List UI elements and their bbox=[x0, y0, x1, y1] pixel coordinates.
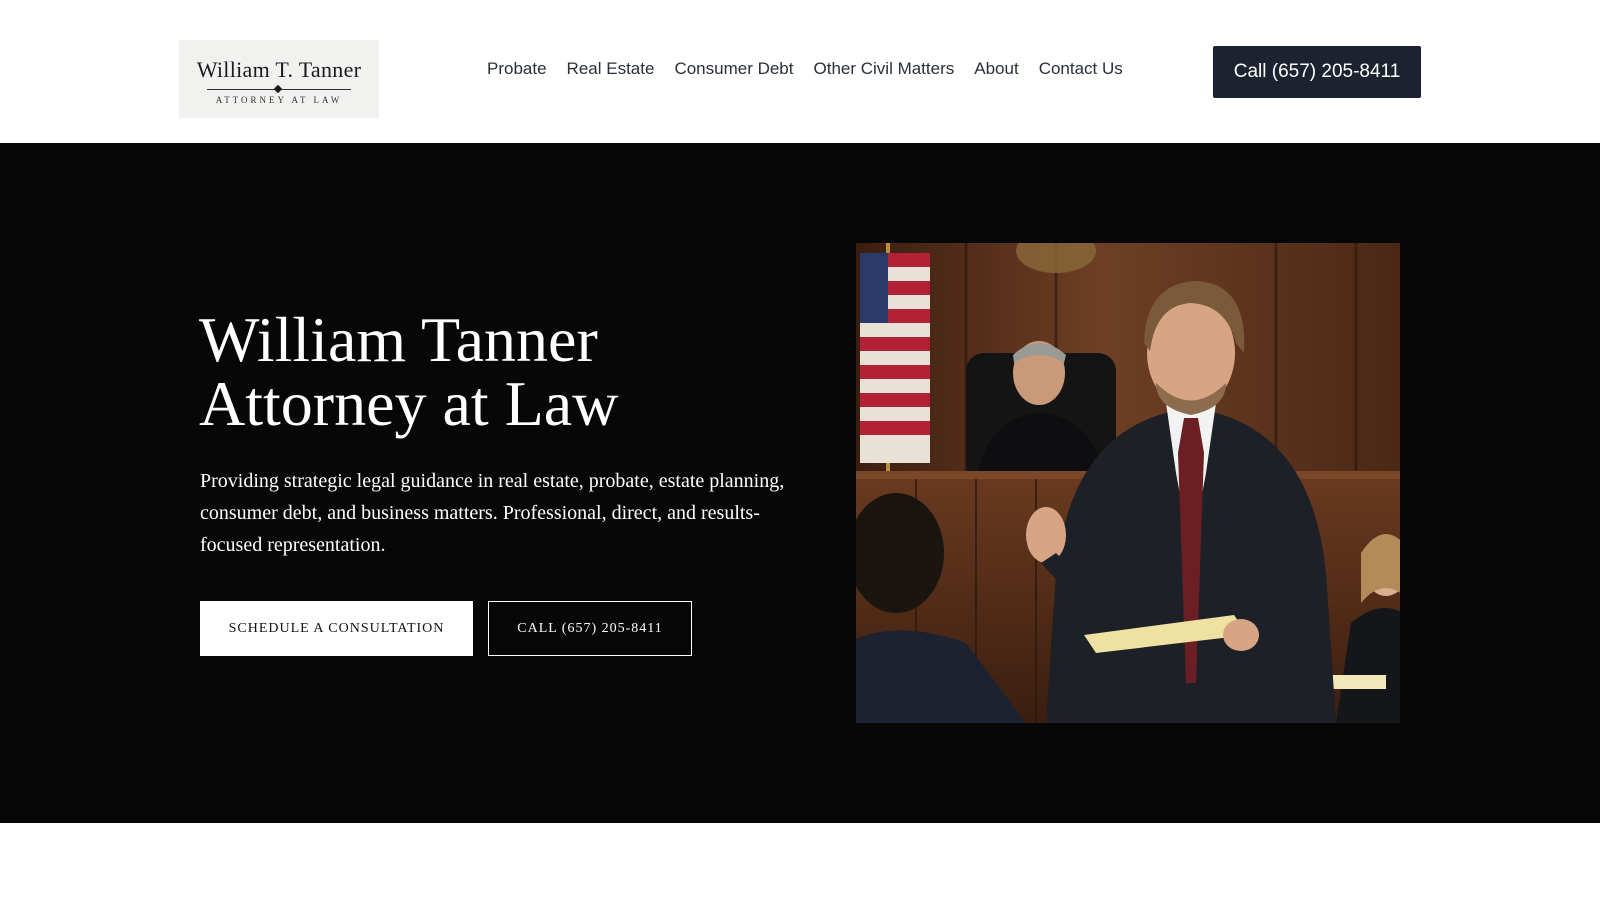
nav-item-about[interactable]: About bbox=[974, 59, 1018, 79]
nav-item-consumer-debt[interactable]: Consumer Debt bbox=[674, 59, 793, 79]
hero-title-line1: William Tanner bbox=[199, 304, 598, 375]
nav-item-probate[interactable]: Probate bbox=[487, 59, 547, 79]
courtroom-illustration bbox=[856, 243, 1400, 723]
logo-name: William T. Tanner bbox=[196, 57, 362, 82]
logo-subtitle: ATTORNEY AT LAW bbox=[215, 95, 343, 105]
hero-section: William Tanner Attorney at Law Providing… bbox=[0, 143, 1600, 823]
hero-title: William Tanner Attorney at Law bbox=[199, 308, 618, 436]
nav-item-contact-us[interactable]: Contact Us bbox=[1039, 59, 1123, 79]
site-header: William T. Tanner ATTORNEY AT LAW Probat… bbox=[0, 0, 1600, 143]
hero-title-line2: Attorney at Law bbox=[199, 368, 619, 439]
nav-item-other-civil-matters[interactable]: Other Civil Matters bbox=[814, 59, 955, 79]
header-call-button[interactable]: Call (657) 205-8411 bbox=[1213, 46, 1421, 98]
site-logo[interactable]: William T. Tanner ATTORNEY AT LAW bbox=[179, 40, 379, 118]
attorney-courtroom-photo bbox=[856, 243, 1400, 723]
schedule-consultation-button[interactable]: SCHEDULE A CONSULTATION bbox=[200, 601, 473, 656]
hero-description: Providing strategic legal guidance in re… bbox=[200, 470, 785, 556]
logo-divider bbox=[207, 84, 351, 94]
main-nav: Probate Real Estate Consumer Debt Other … bbox=[487, 59, 1123, 79]
diamond-icon bbox=[273, 84, 283, 94]
hero-call-button[interactable]: CALL (657) 205-8411 bbox=[488, 601, 692, 656]
nav-item-real-estate[interactable]: Real Estate bbox=[567, 59, 655, 79]
